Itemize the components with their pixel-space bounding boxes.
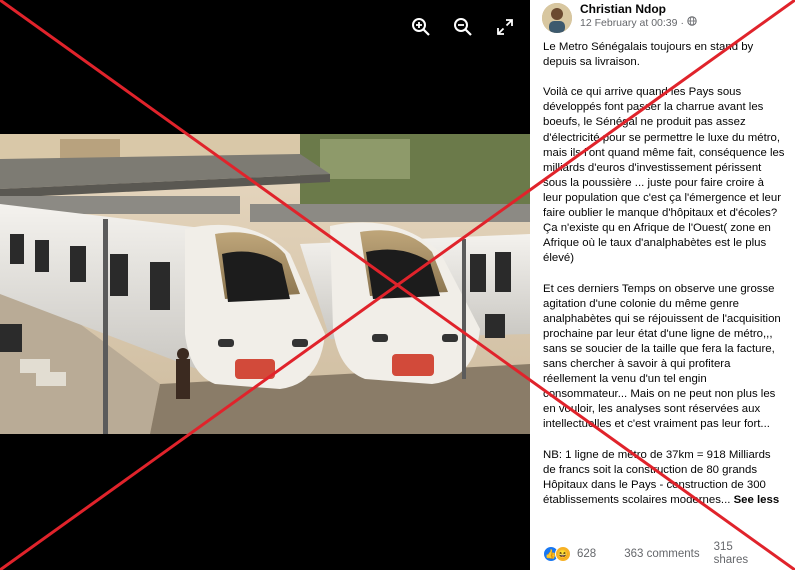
reaction-icons[interactable]: 👍 😆 bbox=[543, 546, 571, 562]
post-paragraph: Et ces derniers Temps on observe une gro… bbox=[543, 282, 781, 431]
post-panel: Christian Ndop 12 February at 00:39 · Le… bbox=[530, 0, 795, 570]
post-meta: 12 February at 00:39 · bbox=[580, 16, 697, 30]
post-photo-train[interactable] bbox=[0, 134, 530, 434]
author-block: Christian Ndop 12 February at 00:39 · bbox=[580, 2, 697, 30]
zoom-in-icon[interactable] bbox=[410, 16, 432, 38]
globe-icon bbox=[687, 16, 697, 30]
post-body: Le Metro Sénégalais toujours en stand by… bbox=[530, 36, 795, 508]
reactions-count[interactable]: 628 bbox=[577, 548, 596, 560]
photo-viewer bbox=[0, 0, 530, 570]
see-less-link[interactable]: See less bbox=[734, 494, 780, 506]
author-name[interactable]: Christian Ndop bbox=[580, 2, 697, 16]
avatar[interactable] bbox=[542, 3, 572, 33]
post-timestamp[interactable]: 12 February at 00:39 bbox=[580, 16, 677, 30]
dot-separator: · bbox=[680, 17, 684, 29]
engagement-bar: 👍 😆 628 363 comments 315 shares bbox=[543, 541, 785, 567]
fullscreen-icon[interactable] bbox=[494, 16, 516, 38]
post-paragraph: Voilà ce qui arrive quand les Pays sous … bbox=[543, 86, 785, 265]
haha-icon: 😆 bbox=[555, 546, 571, 562]
post-header: Christian Ndop 12 February at 00:39 · bbox=[530, 0, 795, 36]
post-paragraph: Le Metro Sénégalais toujours en stand by… bbox=[543, 41, 754, 69]
shares-count[interactable]: 315 shares bbox=[714, 541, 754, 567]
comments-count[interactable]: 363 comments bbox=[624, 548, 699, 560]
zoom-out-icon[interactable] bbox=[452, 16, 474, 38]
viewer-toolbar bbox=[410, 16, 516, 38]
